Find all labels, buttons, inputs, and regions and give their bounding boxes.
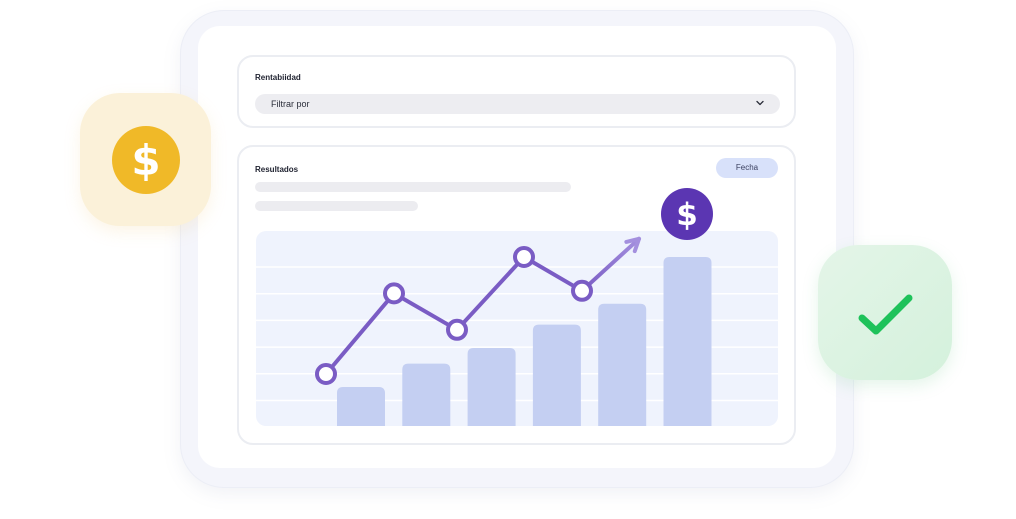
chart-bar bbox=[663, 257, 712, 426]
filter-select-label: Filtrar por bbox=[271, 99, 310, 109]
chart-point bbox=[315, 363, 337, 385]
chart-point bbox=[383, 282, 405, 305]
dollar-badge: $ bbox=[80, 93, 211, 226]
chart-bar bbox=[598, 303, 647, 426]
chart-bar bbox=[337, 387, 385, 426]
dollar-icon: $ bbox=[661, 188, 713, 240]
chevron-down-icon bbox=[756, 100, 764, 106]
filter-select[interactable]: Filtrar por bbox=[255, 94, 780, 114]
chart-bar bbox=[467, 348, 516, 426]
svg-text:$: $ bbox=[131, 136, 160, 185]
filter-title: Rentabiidad bbox=[255, 73, 301, 82]
dollar-icon: $ bbox=[112, 126, 180, 194]
chart-bar bbox=[532, 324, 581, 426]
check-icon bbox=[858, 294, 913, 335]
filter-card: Rentabiidad Filtrar por bbox=[237, 55, 796, 128]
svg-text:$: $ bbox=[676, 197, 698, 233]
chart-bar bbox=[402, 363, 451, 426]
date-button[interactable]: Fecha bbox=[716, 158, 778, 178]
chart-point bbox=[446, 318, 468, 341]
chart-point bbox=[513, 246, 535, 268]
check-badge bbox=[818, 245, 952, 380]
results-chart: $ bbox=[256, 188, 778, 426]
chart-point bbox=[571, 279, 593, 302]
results-title: Resultados bbox=[255, 165, 299, 174]
